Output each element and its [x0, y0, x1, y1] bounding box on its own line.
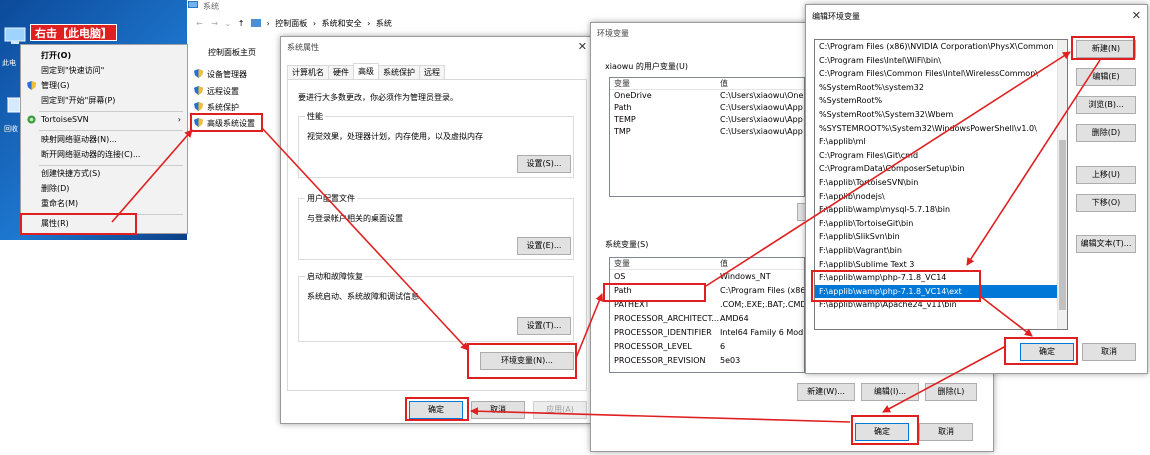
- arrow-edit-ok-to-env-ok: [882, 345, 1007, 413]
- arrow-entries-to-ok: [979, 295, 1033, 337]
- arrow-env-button-to-path: [575, 293, 604, 359]
- arrow-advanced-to-env-button: [261, 127, 469, 351]
- arrow-path-to-new: [705, 51, 1071, 287]
- annotation-arrows: [111, 51, 1101, 423]
- arrow-env-ok-to-sysprops-ok: [470, 407, 851, 423]
- arrow-properties-to-advanced: [111, 129, 193, 223]
- arrow-new-to-entries: [966, 59, 1101, 266]
